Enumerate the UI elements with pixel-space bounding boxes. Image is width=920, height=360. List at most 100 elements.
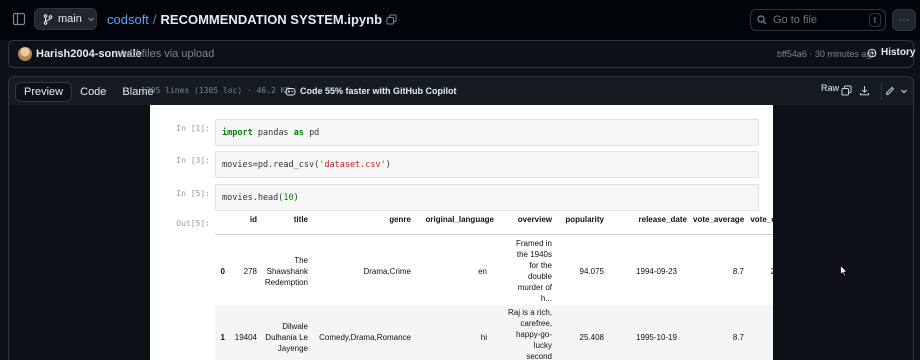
copy-raw-icon[interactable]	[839, 83, 853, 97]
table-cell: 278	[243, 267, 257, 276]
table-cell: 1994-09-23	[636, 267, 677, 276]
code-token: pandas	[257, 128, 289, 138]
breadcrumb-separator: /	[152, 12, 157, 27]
code-token: 'dataset.csv'	[319, 160, 386, 170]
input-prompt: In [1]:	[176, 124, 210, 133]
code-cell: import pandas as pd	[215, 119, 759, 146]
table-row: 0 278 The Shawshank Redemption Drama,Cri…	[215, 235, 773, 304]
input-prompt: In [5]:	[176, 189, 210, 198]
code-token: import	[222, 128, 253, 138]
file-size-info: 1305 lines (1305 loc) · 46.2 KB	[141, 86, 291, 95]
view-mode-tabs: Preview Code Blame	[15, 82, 162, 102]
copilot-icon	[285, 88, 296, 96]
keyboard-shortcut-hint: t	[869, 13, 881, 27]
chevron-down-icon	[87, 17, 94, 22]
title-line: Dulhania Le	[265, 333, 308, 342]
tab-preview[interactable]: Preview	[15, 82, 73, 102]
search-icon	[757, 15, 767, 25]
go-to-file-search[interactable]: t	[750, 9, 886, 31]
column-header: genre	[389, 215, 411, 224]
more-options-button[interactable]: ···	[892, 9, 916, 31]
raw-button[interactable]: Raw	[821, 83, 839, 93]
title-line: The	[294, 256, 308, 265]
title-line: Shawshank	[266, 267, 308, 276]
column-header	[215, 215, 225, 235]
code-token: )	[385, 160, 391, 170]
column-header: release_date	[638, 215, 687, 224]
download-icon[interactable]	[857, 83, 871, 97]
column-header: vote_count	[750, 215, 773, 224]
input-prompt: In [3]:	[176, 156, 210, 165]
table-cell: 25.408	[579, 333, 604, 342]
table-cell: 8.7	[732, 267, 744, 276]
overview-line: happy-go-	[515, 330, 552, 339]
commit-message[interactable]: Add files via upload	[119, 48, 214, 60]
overview-line: Framed in	[515, 239, 552, 248]
chevron-down-icon[interactable]	[900, 87, 908, 95]
code-cell: movies=pd.read_csv('dataset.csv')	[215, 151, 759, 178]
table-cell-overview: Framed in the 1940s for the double murde…	[495, 238, 552, 304]
branch-name: main	[58, 13, 82, 25]
repo-link[interactable]: codsoft	[107, 12, 149, 27]
table-cell: 3731	[747, 332, 773, 343]
title-line: Dilwale	[282, 322, 308, 331]
row-index: 0	[220, 267, 225, 276]
copilot-promo[interactable]: Code 55% faster with GitHub Copilot	[285, 86, 457, 96]
overview-line: the 1940s	[516, 250, 552, 259]
mouse-cursor-icon	[840, 265, 848, 277]
table-cell: en	[478, 267, 487, 276]
tab-code[interactable]: Code	[72, 82, 114, 102]
history-icon	[867, 48, 877, 57]
overview-line: Raj is a rich,	[507, 308, 552, 317]
latest-commit-bar: Harish2004-sonwale Add files via upload …	[8, 40, 915, 68]
overview-line: murder of	[517, 283, 552, 292]
overview-line: carefree,	[520, 319, 552, 328]
code-token: as	[293, 128, 304, 138]
code-token: pd	[309, 128, 320, 138]
overview-line: second	[526, 352, 552, 360]
edit-button-group	[881, 82, 911, 100]
breadcrumb: codsoft / RECOMMENDATION SYSTEM.ipynb	[107, 12, 397, 27]
table-cell-title: Dilwale Dulhania Le Jayenge	[253, 321, 308, 354]
avatar[interactable]	[18, 47, 32, 61]
overview-line: double	[527, 272, 552, 281]
copilot-text: Code 55% faster with GitHub Copilot	[300, 86, 457, 96]
file-header: Preview Code Blame 1305 lines (1305 loc)…	[8, 76, 914, 106]
table-cell: Comedy,Drama,Romance	[319, 333, 411, 342]
file-name: RECOMMENDATION SYSTEM.ipynb	[160, 12, 383, 27]
column-header: overview	[517, 215, 552, 224]
code-token: movies.head(	[222, 193, 284, 203]
table-row: 1 19404 Dilwale Dulhania Le Jayenge Come…	[215, 305, 773, 360]
overview-line: h...	[540, 294, 552, 303]
overview-line: lucky	[533, 341, 552, 350]
history-label: History	[881, 47, 916, 58]
column-header: popularity	[565, 215, 604, 224]
title-line: Jayenge	[277, 344, 308, 353]
table-cell: 1995-10-19	[636, 333, 677, 342]
sidebar-toggle-icon[interactable]	[8, 8, 30, 30]
branch-selector[interactable]: main	[34, 8, 97, 30]
table-cell: Drama,Crime	[363, 267, 411, 276]
top-bar: main codsoft / RECOMMENDATION SYSTEM.ipy…	[0, 0, 920, 40]
overview-line: for the	[529, 261, 552, 270]
table-cell: hi	[480, 333, 487, 342]
search-input[interactable]	[773, 14, 857, 26]
table-cell: 94.075	[579, 267, 604, 276]
table-cell: 8.7	[732, 333, 744, 342]
row-index: 1	[220, 333, 225, 342]
code-token: movies=pd.read_csv(	[222, 160, 320, 170]
table-cell-overview: Raj is a rich, carefree, happy-go- lucky…	[491, 307, 552, 360]
column-header: vote_average	[693, 215, 745, 224]
history-button[interactable]: History	[867, 47, 915, 58]
code-cell: movies.head(10)	[215, 184, 759, 211]
table-cell: 21862	[770, 267, 773, 276]
pencil-icon[interactable]	[885, 86, 895, 96]
code-token: )	[293, 193, 299, 203]
column-header: title	[293, 215, 308, 224]
copy-path-icon[interactable]	[386, 14, 397, 25]
column-header: id	[249, 215, 257, 224]
table-cell-title: The Shawshank Redemption	[255, 255, 308, 288]
notebook-preview: In [1]: import pandas as pd In [3]: movi…	[150, 105, 773, 360]
column-header: original_language	[425, 215, 494, 224]
commit-sha-time[interactable]: bff54a6 · 30 minutes ago	[777, 49, 876, 59]
